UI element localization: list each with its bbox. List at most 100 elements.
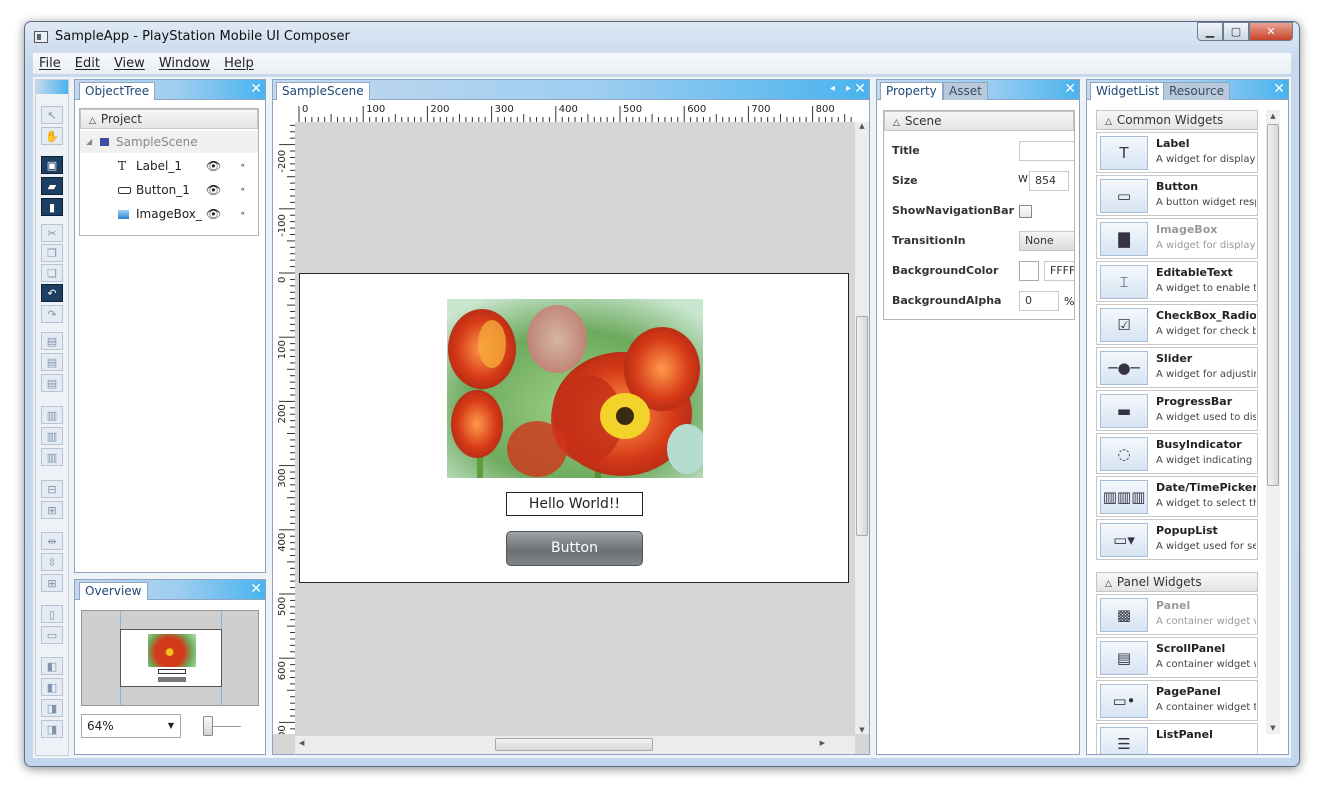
distribute-horizontal-icon[interactable]: ⇹ xyxy=(41,532,63,550)
bring-front-icon[interactable]: ◧ xyxy=(41,657,63,675)
common-widgets-header[interactable]: △ Common Widgets xyxy=(1096,110,1258,130)
button-widget[interactable]: Button xyxy=(506,531,643,566)
distribute-vertical-icon[interactable]: ⇳ xyxy=(41,553,63,571)
vertical-scroll-thumb[interactable] xyxy=(856,316,868,536)
tree-item-button[interactable]: Button_1 👁 ∘ xyxy=(80,179,258,201)
lock-dot-icon[interactable]: ∘ xyxy=(240,155,246,177)
undo-icon[interactable]: ↶ xyxy=(41,284,63,302)
same-width-icon[interactable]: ▯ xyxy=(41,605,63,623)
zoom-slider-thumb[interactable] xyxy=(203,716,213,736)
paste-icon[interactable]: ❏ xyxy=(41,264,63,282)
horizontal-scrollbar[interactable]: ◀ ▶ xyxy=(295,736,855,754)
tree-item-scene[interactable]: ◢ SampleScene xyxy=(80,131,258,153)
visibility-eye-icon[interactable]: 👁 xyxy=(206,203,221,225)
tab-widgetlist[interactable]: WidgetList xyxy=(1090,82,1166,100)
widget-description: A container widget th xyxy=(1156,702,1256,713)
close-icon[interactable]: ✕ xyxy=(854,81,866,97)
background-color-swatch[interactable] xyxy=(1019,261,1039,281)
bring-forward-icon[interactable]: ◧ xyxy=(41,678,63,696)
project-section-header[interactable]: △ Project xyxy=(80,109,258,129)
vertical-scrollbar[interactable]: ▲ ▼ xyxy=(855,122,869,734)
menu-help[interactable]: Help xyxy=(224,56,254,71)
transition-in-select[interactable]: None xyxy=(1019,231,1074,251)
close-button[interactable]: ✕ xyxy=(1249,22,1293,41)
visibility-eye-icon[interactable]: 👁 xyxy=(206,155,221,177)
align-bottom-icon[interactable]: ▥ xyxy=(41,448,63,466)
widget-item-checkbox-radiob[interactable]: ☑ CheckBox_RadioB A widget for check b xyxy=(1096,304,1258,345)
widget-item-scrollpanel[interactable]: ▤ ScrollPanel A container widget w xyxy=(1096,637,1258,678)
widget-item-date-timepicker[interactable]: ▥▥▥ Date/TimePicker A widget to select th xyxy=(1096,476,1258,517)
cut-icon[interactable]: ✂ xyxy=(41,224,63,242)
overview-thumbnail[interactable] xyxy=(81,610,259,706)
open-icon[interactable]: ▰ xyxy=(41,177,63,195)
tab-asset[interactable]: Asset xyxy=(943,82,988,100)
widget-item-editabletext[interactable]: ⌶ EditableText A widget to enable te xyxy=(1096,261,1258,302)
lock-dot-icon[interactable]: ∘ xyxy=(240,203,246,225)
lock-dot-icon[interactable]: ∘ xyxy=(240,179,246,201)
menu-edit[interactable]: Edit xyxy=(75,56,100,71)
background-color-field[interactable]: FFFFF xyxy=(1044,261,1074,281)
widget-list-scrollbar[interactable]: ▲ ▼ xyxy=(1266,110,1280,734)
tree-item-imagebox[interactable]: ImageBox_ 👁 ∘ xyxy=(80,203,258,225)
widget-item-slider[interactable]: ─●─ Slider A widget for adjustin xyxy=(1096,347,1258,388)
select-tool-icon[interactable]: ↖ xyxy=(41,106,63,124)
ruler-v-tick-label: 200 xyxy=(277,404,288,423)
imagebox-tulip-image[interactable] xyxy=(447,299,703,478)
tab-resource[interactable]: Resource xyxy=(1163,82,1231,100)
close-icon[interactable]: ✕ xyxy=(250,81,262,97)
show-navigation-bar-checkbox[interactable] xyxy=(1019,205,1032,218)
close-icon[interactable]: ✕ xyxy=(250,581,262,597)
copy-icon[interactable]: ❐ xyxy=(41,244,63,262)
title-field[interactable] xyxy=(1019,141,1074,161)
tree-item-label[interactable]: T Label_1 👁 ∘ xyxy=(80,155,258,177)
size-width-field[interactable]: 854 xyxy=(1029,171,1069,191)
tab-overview[interactable]: Overview xyxy=(79,582,148,600)
minimize-button[interactable]: ▁ xyxy=(1197,22,1223,41)
save-icon[interactable]: ▣ xyxy=(41,156,63,174)
maximize-button[interactable]: ▢ xyxy=(1223,22,1249,41)
panel-widgets-header[interactable]: △ Panel Widgets xyxy=(1096,572,1258,592)
tab-objecttree[interactable]: ObjectTree xyxy=(79,82,156,100)
widget-item-panel[interactable]: ▩ Panel A container widget w xyxy=(1096,594,1258,635)
align-middle-icon[interactable]: ▥ xyxy=(41,427,63,445)
align-top-icon[interactable]: ▥ xyxy=(41,406,63,424)
hand-tool-icon[interactable]: ✋ xyxy=(41,127,63,145)
zoom-select[interactable]: 64% ▼ xyxy=(81,714,181,738)
visibility-eye-icon[interactable]: 👁 xyxy=(206,179,221,201)
center-horizontal-icon[interactable]: ⊟ xyxy=(41,480,63,498)
widget-item-imagebox[interactable]: ▇ ImageBox A widget for displayin xyxy=(1096,218,1258,259)
center-vertical-icon[interactable]: ⊞ xyxy=(41,501,63,519)
close-icon[interactable]: ✕ xyxy=(1064,81,1076,97)
widget-item-label[interactable]: T Label A widget for displayin xyxy=(1096,132,1258,173)
redo-icon[interactable]: ↷ xyxy=(41,305,63,323)
widget-item-listpanel[interactable]: ☰ ListPanel xyxy=(1096,723,1258,754)
menu-view[interactable]: View xyxy=(114,56,145,71)
send-backward-icon[interactable]: ◨ xyxy=(41,699,63,717)
widget-item-progressbar[interactable]: ▬ ProgressBar A widget used to disp xyxy=(1096,390,1258,431)
tab-property[interactable]: Property xyxy=(880,82,943,100)
align-right-icon[interactable]: ▤ xyxy=(41,374,63,392)
nav-right-icon[interactable]: ▸ xyxy=(846,81,851,97)
widget-list-scroll-thumb[interactable] xyxy=(1267,124,1279,486)
menu-window[interactable]: Window xyxy=(159,56,210,71)
send-back-icon[interactable]: ◨ xyxy=(41,720,63,738)
align-center-icon[interactable]: ▤ xyxy=(41,353,63,371)
widget-item-pagepanel[interactable]: ▭• PagePanel A container widget th xyxy=(1096,680,1258,721)
widget-item-popuplist[interactable]: ▭▾ PopupList A widget used for sel xyxy=(1096,519,1258,560)
same-height-icon[interactable]: ▭ xyxy=(41,626,63,644)
close-icon[interactable]: ✕ xyxy=(1273,81,1285,97)
horizontal-scroll-thumb[interactable] xyxy=(495,738,653,751)
menu-file[interactable]: File xyxy=(39,56,61,71)
background-alpha-field[interactable]: 0 xyxy=(1019,291,1059,311)
label-widget[interactable]: Hello World!! xyxy=(506,492,643,516)
widget-item-busyindicator[interactable]: ◌ BusyIndicator A widget indicating t xyxy=(1096,433,1258,474)
ruler-h-tick-label: 300 xyxy=(495,104,514,115)
widget-item-button[interactable]: ▭ Button A button widget resp xyxy=(1096,175,1258,216)
new-file-icon[interactable]: ▮ xyxy=(41,198,63,216)
distribute-grid-icon[interactable]: ⊞ xyxy=(41,574,63,592)
align-left-icon[interactable]: ▤ xyxy=(41,332,63,350)
nav-left-icon[interactable]: ◂ xyxy=(830,81,835,97)
scene-canvas[interactable]: Hello World!! Button xyxy=(299,273,849,583)
tab-samplescene[interactable]: SampleScene xyxy=(276,82,370,100)
scene-section-header[interactable]: △ Scene xyxy=(884,111,1074,131)
